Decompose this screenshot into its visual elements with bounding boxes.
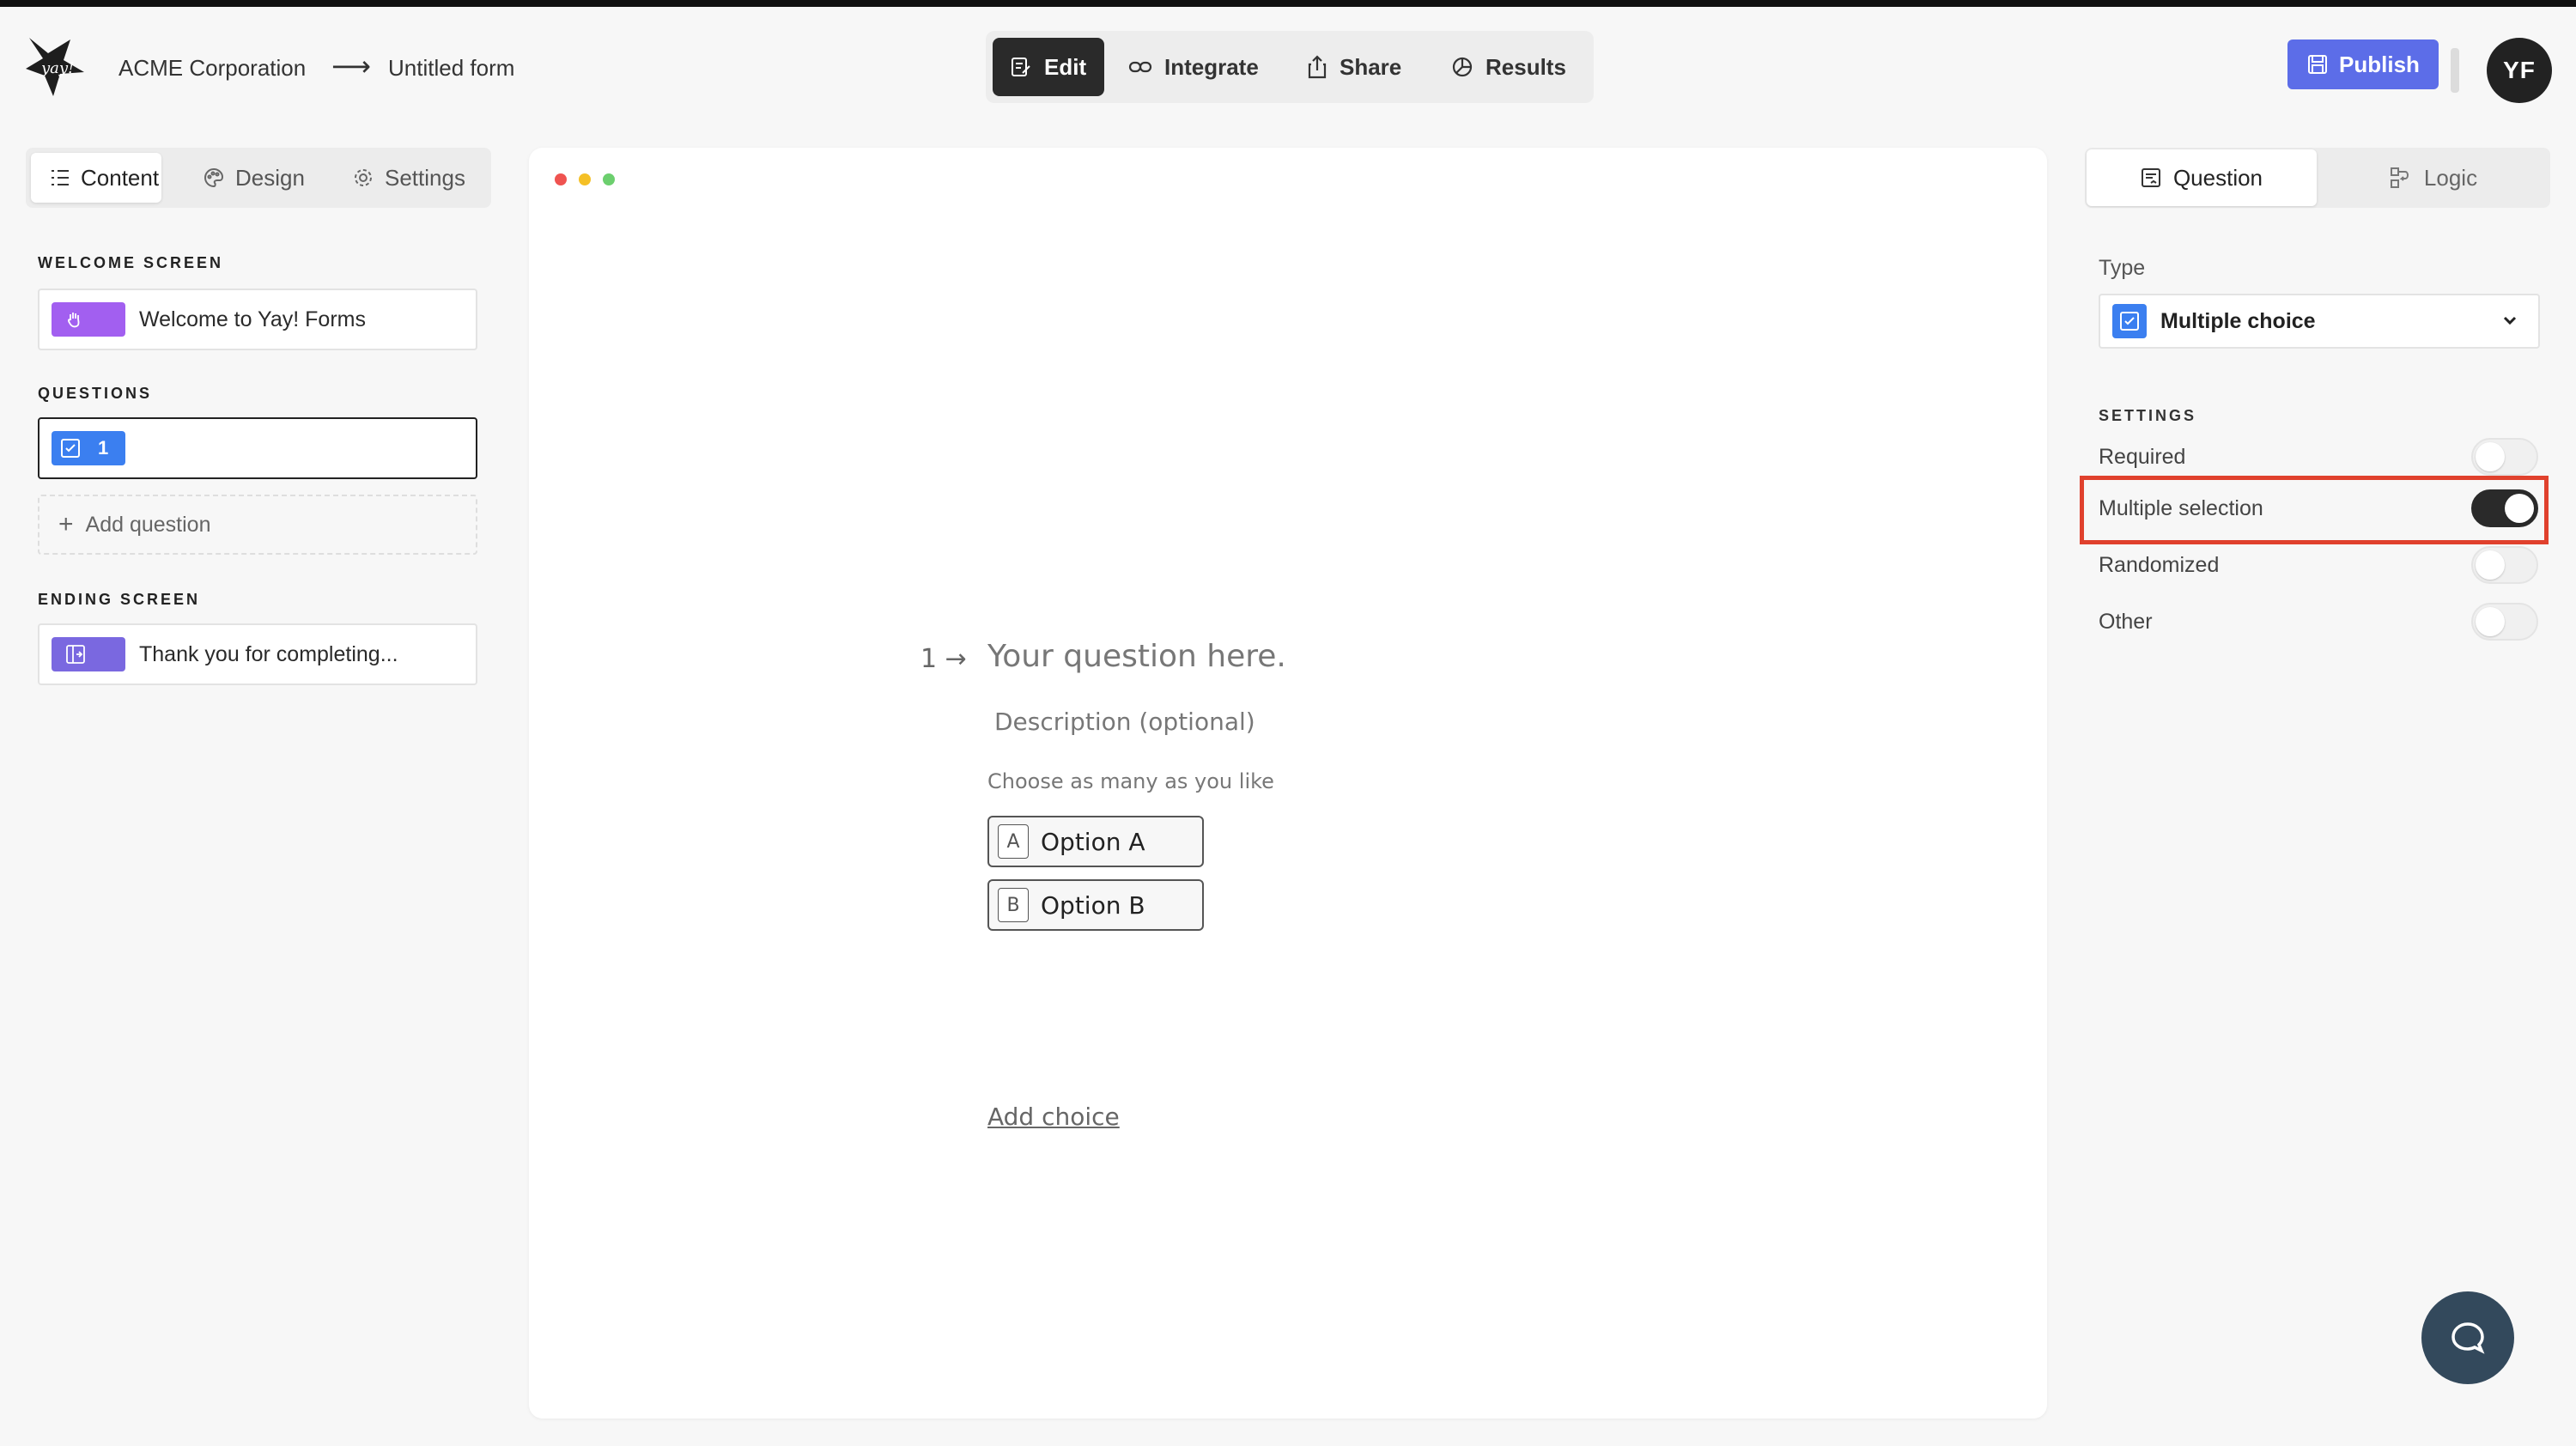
tab-question-label: Question [2172,164,2263,191]
checkbox-icon [61,439,80,458]
ending-chip [52,637,125,671]
setting-label: Other [2099,610,2153,634]
question-settings-icon [2141,168,2160,187]
tab-content-label: Content [81,164,160,191]
tab-integrate-label: Integrate [1164,53,1259,80]
publish-button[interactable]: Publish [2287,39,2439,89]
tab-results-label: Results [1485,53,1566,80]
tab-results[interactable]: Results [1451,38,1589,96]
choice-key: B [998,888,1029,922]
setting-randomized: Randomized [2099,544,2542,587]
breadcrumb-org[interactable]: ACME Corporation [118,55,306,82]
add-question-button[interactable]: + Add question [38,495,477,555]
choice-label: Option B [1041,890,1145,920]
choice-option-a[interactable]: A Option A [987,816,1204,867]
setting-other: Other [2099,601,2542,644]
top-border [0,0,2576,7]
questions-heading: QUESTIONS [38,385,153,402]
chart-icon [1452,57,1473,77]
question-chip: 1 [52,431,125,465]
tab-settings-label: Settings [385,164,465,191]
question-hint: Choose as many as you like [987,769,1274,793]
tab-content[interactable]: Content [31,153,161,203]
ending-screen-item[interactable]: Thank you for completing... [38,623,477,685]
chat-bubble-icon [2451,1322,2485,1354]
required-toggle[interactable] [2471,438,2538,476]
publish-label: Publish [2339,51,2420,77]
settings-heading: SETTINGS [2099,407,2197,424]
tab-integrate[interactable]: Integrate [1128,38,1279,96]
edit-icon [1012,58,1030,76]
palette-icon [204,167,224,188]
question-title-input[interactable]: Your question here. [987,639,1286,674]
question-number: 1 → [920,644,967,674]
question-item-1[interactable]: 1 [38,417,477,479]
breadcrumb-arrow-icon: ⟶ [331,51,371,82]
setting-label: Required [2099,445,2186,469]
add-choice-link[interactable]: Add choice [987,1103,1120,1131]
tab-edit-label: Edit [1044,53,1087,80]
welcome-screen-item[interactable]: Welcome to Yay! Forms [38,289,477,350]
avatar[interactable]: YF [2487,38,2552,103]
checkbox-icon [2112,304,2147,338]
right-panel-tabs: Question Logic [2085,148,2550,208]
tab-design[interactable]: Design [203,153,323,203]
tab-settings[interactable]: Settings [352,153,489,203]
tab-share[interactable]: Share [1307,38,1419,96]
tab-question[interactable]: Question [2087,149,2317,206]
question-description-input[interactable]: Description (optional) [994,708,1255,736]
question-type-value: Multiple choice [2160,308,2316,333]
add-question-label: Add question [85,512,211,537]
hand-wave-icon [68,313,80,328]
link-icon [1128,61,1152,73]
mode-switcher: Edit Integrate Share Results [986,31,1594,103]
breadcrumb-form-title[interactable]: Untitled form [388,55,514,82]
other-toggle[interactable] [2471,603,2538,641]
save-icon [2308,55,2328,74]
exit-icon [66,645,85,664]
tab-design-label: Design [235,164,305,191]
plus-icon: + [58,510,74,538]
app-header: yay! ACME Corporation ⟶ Untitled form Ed… [0,7,2576,118]
form-preview-canvas: 1 → Your question here. Description (opt… [529,148,2047,1419]
list-icon [52,170,69,185]
window-dot-red [555,173,567,185]
chevron-down-icon [2503,316,2517,325]
choice-key: A [998,824,1029,859]
ending-item-label: Thank you for completing... [139,641,398,666]
tab-logic-label: Logic [2423,164,2478,191]
ending-screen-heading: ENDING SCREEN [38,591,201,608]
welcome-item-label: Welcome to Yay! Forms [139,307,366,331]
share-icon [1308,55,1327,79]
type-label: Type [2099,256,2146,280]
randomized-toggle[interactable] [2471,546,2538,584]
help-chat-button[interactable] [2421,1291,2514,1384]
question-type-select[interactable]: Multiple choice [2099,294,2540,349]
svg-text:yay!: yay! [40,59,74,77]
header-divider [2451,48,2459,93]
choice-option-b[interactable]: B Option B [987,879,1204,931]
gear-icon [355,169,372,186]
welcome-screen-heading: WELCOME SCREEN [38,254,224,271]
window-dot-yellow [579,173,591,185]
left-panel-tabs: Content Design Settings [26,148,491,208]
yay-logo-icon[interactable]: yay! [22,34,88,100]
welcome-chip [52,302,125,337]
window-dot-green [603,173,615,185]
tab-edit[interactable]: Edit [993,38,1104,96]
highlight-box [2080,476,2549,544]
question-arrow-icon: → [945,644,967,674]
setting-label: Randomized [2099,553,2220,577]
setting-required: Required [2099,436,2542,479]
tab-share-label: Share [1340,53,1402,80]
choice-label: Option A [1041,827,1145,856]
question-number-label: 1 [98,437,109,459]
tab-logic[interactable]: Logic [2318,149,2549,206]
logic-icon [2390,167,2409,188]
